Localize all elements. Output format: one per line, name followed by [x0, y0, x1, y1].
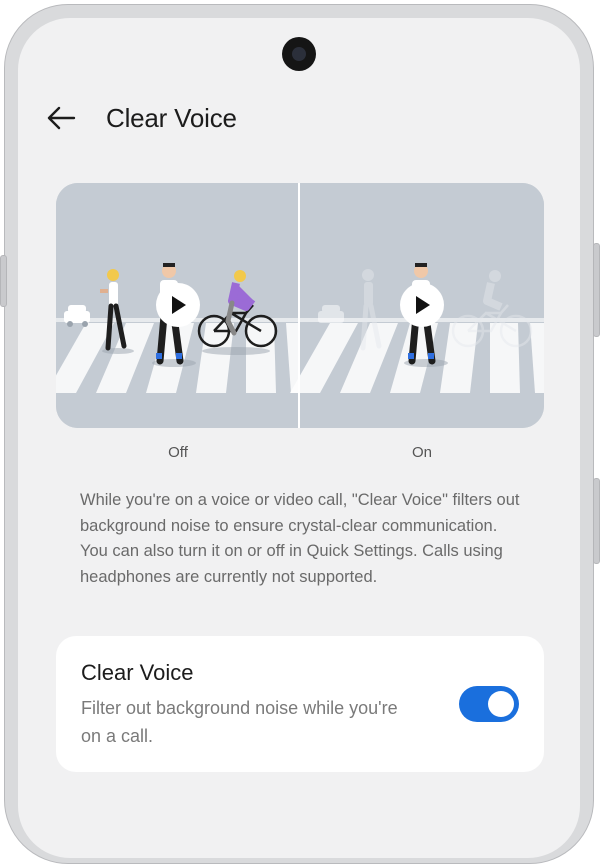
preview-label-on: On	[411, 444, 432, 461]
feature-description: While you're on a voice or video call, "…	[80, 491, 520, 586]
page-title: Clear Voice	[106, 103, 237, 133]
side-button	[0, 255, 7, 307]
arrow-left-icon	[47, 106, 76, 130]
play-button-on[interactable]	[400, 283, 444, 327]
setting-title: Clear Voice	[81, 660, 194, 685]
screen: Clear Voice Off On While you're on a voi…	[18, 18, 580, 858]
app-header: Clear Voice	[18, 93, 580, 143]
power-button	[593, 478, 600, 564]
play-button-off[interactable]	[156, 283, 200, 327]
clear-voice-toggle[interactable]	[459, 686, 519, 722]
setting-subtitle: Filter out background noise while you're…	[81, 698, 398, 746]
back-button[interactable]	[42, 98, 82, 138]
preview-label-off: Off	[168, 444, 188, 461]
toggle-knob	[488, 691, 514, 717]
volume-button	[593, 243, 600, 337]
front-camera	[282, 37, 316, 71]
clear-voice-setting-card[interactable]: Clear Voice Filter out background noise …	[56, 636, 544, 772]
demo-preview	[56, 183, 544, 428]
